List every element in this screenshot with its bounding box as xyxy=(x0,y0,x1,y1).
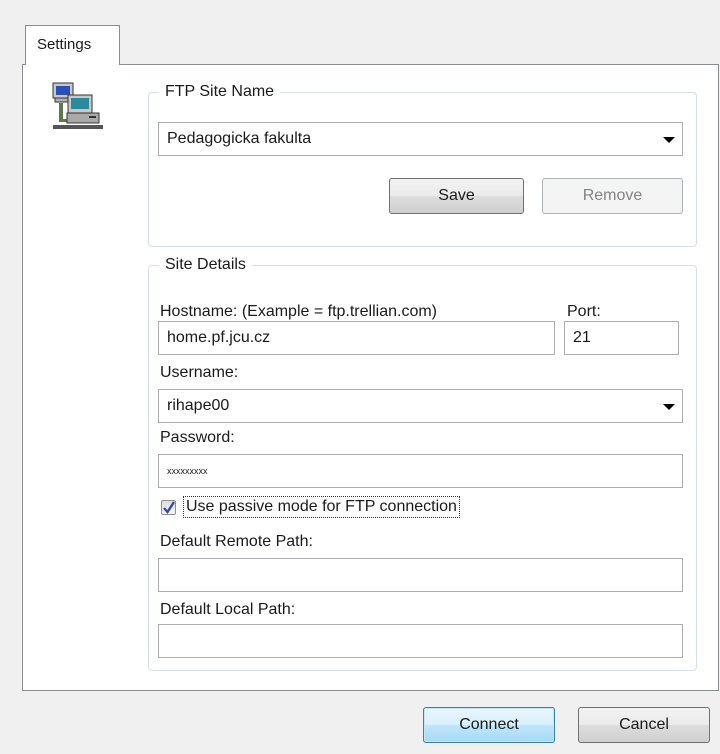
cancel-button[interactable]: Cancel xyxy=(578,707,710,743)
connect-button[interactable]: Connect xyxy=(423,707,555,743)
remote-path-field[interactable] xyxy=(158,558,683,592)
port-field[interactable]: 21 xyxy=(564,321,679,355)
ftp-site-name-legend: FTP Site Name xyxy=(159,82,281,102)
local-path-label: Default Local Path: xyxy=(160,601,296,618)
ftp-settings-dialog: Settings FTP Site Name Pedagogicka fakul xyxy=(0,0,720,754)
password-value: xxxxxxxxx xyxy=(167,466,208,476)
remote-path-label: Default Remote Path: xyxy=(160,533,313,550)
username-dropdown[interactable]: rihape00 xyxy=(158,389,683,423)
passive-mode-label[interactable]: Use passive mode for FTP connection xyxy=(183,496,460,518)
tab-settings-label: Settings xyxy=(37,36,92,53)
username-label: Username: xyxy=(160,364,239,381)
chevron-down-icon xyxy=(663,404,675,410)
local-path-field[interactable] xyxy=(158,624,683,658)
hostname-label: Hostname: (Example = ftp.trellian.com) xyxy=(160,303,437,320)
password-label: Password: xyxy=(160,429,235,446)
site-name-dropdown[interactable]: Pedagogicka fakulta xyxy=(158,122,683,156)
tab-settings[interactable]: Settings xyxy=(25,25,120,65)
username-value: rihape00 xyxy=(167,397,230,414)
remove-button[interactable]: Remove xyxy=(542,178,683,214)
settings-panel: FTP Site Name Pedagogicka fakulta Save R… xyxy=(22,64,719,691)
ftp-site-name-group: FTP Site Name xyxy=(148,82,697,247)
hostname-field[interactable]: home.pf.jcu.cz xyxy=(158,321,555,355)
password-field[interactable]: xxxxxxxxx xyxy=(158,454,683,488)
passive-mode-checkbox[interactable] xyxy=(161,500,176,515)
site-details-legend: Site Details xyxy=(159,255,252,275)
chevron-down-icon xyxy=(663,137,675,143)
port-label: Port: xyxy=(567,303,601,320)
site-name-value: Pedagogicka fakulta xyxy=(167,130,312,147)
network-computers-icon xyxy=(51,81,107,133)
save-button[interactable]: Save xyxy=(389,178,524,214)
checkmark-icon xyxy=(163,501,175,514)
